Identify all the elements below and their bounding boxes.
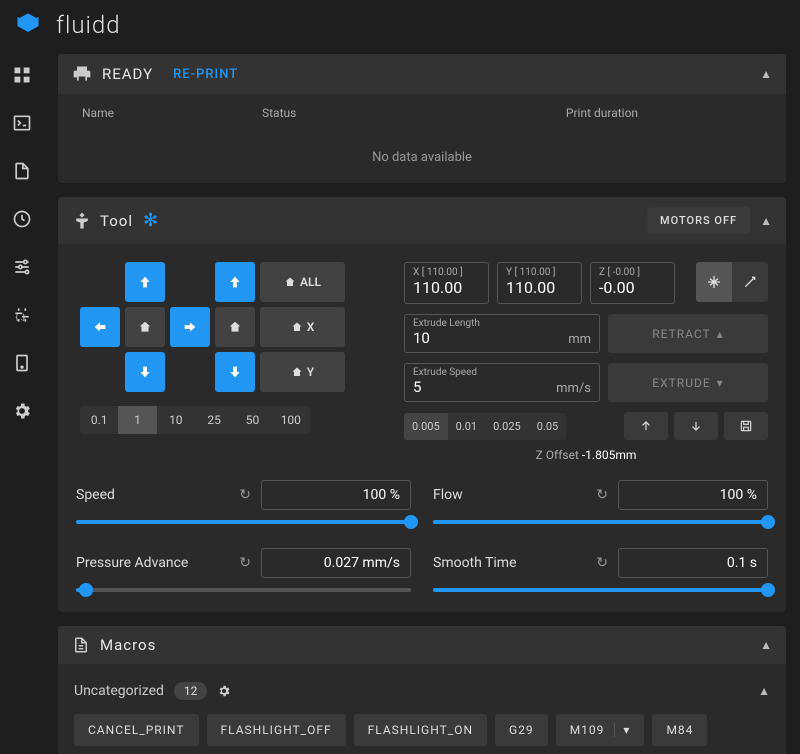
- slider-speed: Speed↻100 %: [76, 480, 411, 524]
- jog-x-plus-button[interactable]: [170, 307, 210, 347]
- reprint-button[interactable]: RE-PRINT: [173, 67, 238, 82]
- abs-mode-button[interactable]: [696, 262, 732, 302]
- reset-icon[interactable]: ↻: [239, 555, 251, 571]
- home-x-button[interactable]: X: [260, 307, 345, 347]
- macros-title: Macros: [100, 636, 156, 654]
- nav-console-icon[interactable]: [11, 112, 33, 134]
- svg-text:{..}: {..}: [15, 313, 25, 323]
- slider-track[interactable]: [433, 520, 768, 524]
- tool-panel: Tool ✻ MOTORS OFF ▲ ALL: [58, 197, 786, 612]
- distance-100[interactable]: 100: [272, 406, 310, 434]
- slider-value[interactable]: 100 %: [261, 480, 411, 510]
- slider-track[interactable]: [76, 520, 411, 524]
- distance-0.1[interactable]: 0.1: [80, 406, 118, 434]
- no-data-text: No data available: [58, 132, 786, 183]
- reset-icon[interactable]: ↻: [239, 487, 251, 503]
- nav-history-icon[interactable]: [11, 208, 33, 230]
- collapse-tool-icon[interactable]: ▲: [760, 214, 772, 228]
- zstep-0.005[interactable]: 0.005: [404, 413, 448, 440]
- collapse-macros-icon[interactable]: ▲: [760, 638, 772, 652]
- zstep-0.01[interactable]: 0.01: [448, 413, 485, 440]
- chevron-down-icon: ▾: [717, 376, 724, 390]
- jog-grid: ALL X: [80, 262, 386, 392]
- printer-icon: [72, 64, 92, 84]
- extrude-speed-input[interactable]: Extrude Speed5 mm/s: [404, 363, 600, 402]
- motors-off-button[interactable]: MOTORS OFF: [647, 207, 750, 234]
- brand: fluidd: [56, 11, 121, 39]
- topbar: fluidd: [0, 0, 800, 50]
- zoffset-save-button[interactable]: [724, 412, 768, 440]
- jog-y-plus-button[interactable]: [125, 262, 165, 302]
- zoffset-up-button[interactable]: [624, 412, 668, 440]
- col-status: Status: [262, 106, 442, 120]
- nav-settings-icon[interactable]: [11, 400, 33, 422]
- distance-10[interactable]: 10: [157, 406, 195, 434]
- nav-config-icon[interactable]: {..}: [11, 304, 33, 326]
- slider-smooth-time: Smooth Time↻0.1 s: [433, 548, 768, 592]
- zoffset-step-selector: 0.0050.010.0250.05: [404, 413, 566, 440]
- ready-panel: READY RE-PRINT ▲ Name Status Print durat…: [58, 54, 786, 183]
- macro-flashlight_off[interactable]: FLASHLIGHT_OFF: [207, 714, 346, 746]
- macro-m109[interactable]: M109▾: [556, 714, 645, 746]
- slider-value[interactable]: 0.027 mm/s: [261, 548, 411, 578]
- macro-category: Uncategorized: [74, 683, 164, 699]
- slider-pressure-advance: Pressure Advance↻0.027 mm/s: [76, 548, 411, 592]
- jog-x-minus-button[interactable]: [80, 307, 120, 347]
- slider-value[interactable]: 0.1 s: [618, 548, 768, 578]
- chevron-up-icon: ▴: [717, 327, 724, 341]
- nav-gcode-icon[interactable]: [11, 160, 33, 182]
- jobs-table-header: Name Status Print duration: [58, 94, 786, 132]
- home-all-button[interactable]: ALL: [260, 262, 345, 302]
- reset-icon[interactable]: ↻: [596, 487, 608, 503]
- distance-1[interactable]: 1: [118, 406, 156, 434]
- slider-track[interactable]: [76, 588, 411, 592]
- chevron-down-icon[interactable]: ▾: [614, 723, 630, 737]
- col-duration: Print duration: [442, 106, 762, 120]
- slider-track[interactable]: [433, 588, 768, 592]
- slider-flow: Flow↻100 %: [433, 480, 768, 524]
- pos-y-input[interactable]: Y [ 110.00 ]110.00: [497, 262, 582, 304]
- tool-settings-icon[interactable]: ✻: [143, 210, 158, 231]
- macro-g29[interactable]: G29: [495, 714, 548, 746]
- rel-mode-button[interactable]: [732, 262, 768, 302]
- distance-50[interactable]: 50: [233, 406, 271, 434]
- nav-system-icon[interactable]: [11, 352, 33, 374]
- nav-dashboard-icon[interactable]: [11, 64, 33, 86]
- macro-m84[interactable]: M84: [652, 714, 707, 746]
- tool-title: Tool: [100, 212, 133, 230]
- distance-selector: 0.11102550100: [80, 406, 310, 434]
- distance-25[interactable]: 25: [195, 406, 233, 434]
- retract-button[interactable]: RETRACT▴: [608, 314, 768, 353]
- slider-value[interactable]: 100 %: [618, 480, 768, 510]
- jog-z-minus-button[interactable]: [215, 352, 255, 392]
- macro-settings-icon[interactable]: [217, 684, 231, 698]
- macros-icon: [72, 636, 90, 654]
- zstep-0.025[interactable]: 0.025: [485, 413, 529, 440]
- collapse-category-icon[interactable]: ▲: [758, 684, 770, 698]
- tool-icon: [72, 211, 92, 231]
- pos-x-input[interactable]: X [ 110.00 ]110.00: [404, 262, 489, 304]
- zoffset-down-button[interactable]: [674, 412, 718, 440]
- macro-cancel_print[interactable]: CANCEL_PRINT: [74, 714, 199, 746]
- macros-panel: Macros ▲ Uncategorized 12 ▲ CANCEL_PRINT…: [58, 626, 786, 754]
- nav-tune-icon[interactable]: [11, 256, 33, 278]
- col-name: Name: [82, 106, 262, 120]
- home-z-button[interactable]: [215, 307, 255, 347]
- collapse-ready-icon[interactable]: ▲: [760, 67, 772, 81]
- jog-y-minus-button[interactable]: [125, 352, 165, 392]
- extrude-length-input[interactable]: Extrude Length10 mm: [404, 314, 600, 353]
- logo: [14, 11, 42, 39]
- jog-z-plus-button[interactable]: [215, 262, 255, 302]
- zoffset-label: Z Offset -1.805mm: [404, 448, 768, 462]
- reset-icon[interactable]: ↻: [596, 555, 608, 571]
- extrude-button[interactable]: EXTRUDE▾: [608, 363, 768, 402]
- ready-status: READY: [102, 65, 153, 83]
- sidenav: {..}: [0, 50, 44, 754]
- home-y-button[interactable]: Y: [260, 352, 345, 392]
- home-xy-button[interactable]: [125, 307, 165, 347]
- pos-z-input[interactable]: Z [ -0.00 ]-0.00: [590, 262, 675, 304]
- zstep-0.05[interactable]: 0.05: [529, 413, 566, 440]
- macro-count-badge: 12: [174, 682, 208, 700]
- macro-flashlight_on[interactable]: FLASHLIGHT_ON: [354, 714, 487, 746]
